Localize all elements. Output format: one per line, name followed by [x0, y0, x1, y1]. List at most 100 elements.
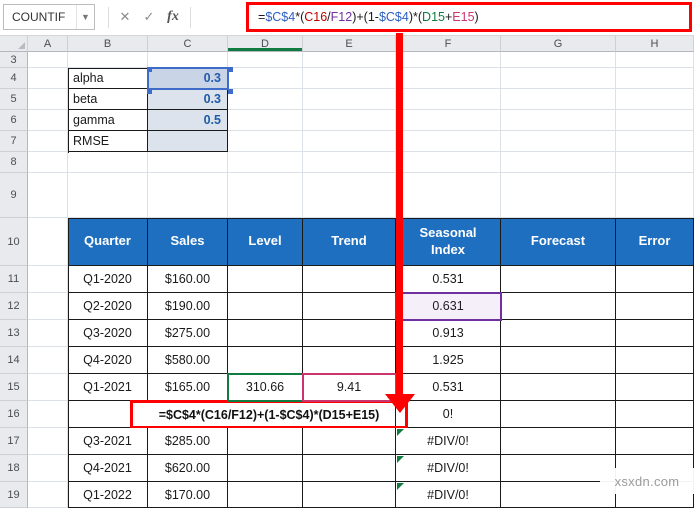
- cell-F14[interactable]: 1.925: [396, 347, 501, 374]
- cell-D11[interactable]: [228, 266, 303, 293]
- cell-E11[interactable]: [303, 266, 396, 293]
- cell-B19[interactable]: Q1-2022: [68, 482, 148, 508]
- cell-H11[interactable]: [616, 266, 694, 293]
- cell-C13[interactable]: $275.00: [148, 320, 228, 347]
- cell-C14[interactable]: $580.00: [148, 347, 228, 374]
- param-label-gamma[interactable]: gamma: [68, 110, 148, 131]
- cell-F17[interactable]: #DIV/0!: [396, 428, 501, 455]
- row-header-19[interactable]: 19: [0, 482, 28, 508]
- column-header-E[interactable]: E: [303, 36, 396, 52]
- cell-B14[interactable]: Q4-2020: [68, 347, 148, 374]
- table-header-trend[interactable]: Trend: [303, 218, 396, 266]
- cell-D17[interactable]: [228, 428, 303, 455]
- cell-D13[interactable]: [228, 320, 303, 347]
- table-header-level[interactable]: Level: [228, 218, 303, 266]
- row-header-6[interactable]: 6: [0, 110, 28, 131]
- row-header-14[interactable]: 14: [0, 347, 28, 374]
- cell-F12[interactable]: 0.631: [396, 293, 501, 320]
- row-header-4[interactable]: 4: [0, 68, 28, 89]
- cell-F18[interactable]: #DIV/0!: [396, 455, 501, 482]
- column-header-A[interactable]: A: [28, 36, 68, 52]
- cell-E15[interactable]: 9.41: [303, 374, 396, 401]
- cell-C18[interactable]: $620.00: [148, 455, 228, 482]
- cell-H14[interactable]: [616, 347, 694, 374]
- cell-G17[interactable]: [501, 428, 616, 455]
- cell-B11[interactable]: Q1-2020: [68, 266, 148, 293]
- cell-G19[interactable]: [501, 482, 616, 508]
- cell-F11[interactable]: 0.531: [396, 266, 501, 293]
- cell-B12[interactable]: Q2-2020: [68, 293, 148, 320]
- cell-G14[interactable]: [501, 347, 616, 374]
- column-header-B[interactable]: B: [68, 36, 148, 52]
- cell-C11[interactable]: $160.00: [148, 266, 228, 293]
- table-header-sales[interactable]: Sales: [148, 218, 228, 266]
- cell-D12[interactable]: [228, 293, 303, 320]
- table-header-quarter[interactable]: Quarter: [68, 218, 148, 266]
- row-header-3[interactable]: 3: [0, 52, 28, 68]
- cell-B17[interactable]: Q3-2021: [68, 428, 148, 455]
- cell-G15[interactable]: [501, 374, 616, 401]
- row-header-7[interactable]: 7: [0, 131, 28, 152]
- row-header-13[interactable]: 13: [0, 320, 28, 347]
- column-header-C[interactable]: C: [148, 36, 228, 52]
- cell-C15[interactable]: $165.00: [148, 374, 228, 401]
- cell-G13[interactable]: [501, 320, 616, 347]
- row-header-8[interactable]: 8: [0, 152, 28, 173]
- row-header-12[interactable]: 12: [0, 293, 28, 320]
- row-header-5[interactable]: 5: [0, 89, 28, 110]
- param-value-gamma[interactable]: 0.5: [148, 110, 228, 131]
- row-header-9[interactable]: 9: [0, 173, 28, 218]
- cell-G11[interactable]: [501, 266, 616, 293]
- cell-C19[interactable]: $170.00: [148, 482, 228, 508]
- cell-E12[interactable]: [303, 293, 396, 320]
- cell-H13[interactable]: [616, 320, 694, 347]
- cell-E19[interactable]: [303, 482, 396, 508]
- cell-D14[interactable]: [228, 347, 303, 374]
- row-header-16[interactable]: 16: [0, 401, 28, 428]
- cell-D15[interactable]: 310.66: [228, 374, 303, 401]
- cell-G16[interactable]: [501, 401, 616, 428]
- column-header-G[interactable]: G: [501, 36, 616, 52]
- cell-E13[interactable]: [303, 320, 396, 347]
- cell-B18[interactable]: Q4-2021: [68, 455, 148, 482]
- table-header-seasonal-index[interactable]: Seasonal Index: [396, 218, 501, 266]
- cell-B13[interactable]: Q3-2020: [68, 320, 148, 347]
- table-header-error[interactable]: Error: [616, 218, 694, 266]
- param-value-beta[interactable]: 0.3: [148, 89, 228, 110]
- param-value-RMSE[interactable]: [148, 131, 228, 152]
- cell-H12[interactable]: [616, 293, 694, 320]
- cell-F19[interactable]: #DIV/0!: [396, 482, 501, 508]
- table-header-forecast[interactable]: Forecast: [501, 218, 616, 266]
- row-header-10[interactable]: 10: [0, 218, 28, 266]
- column-header-F[interactable]: F: [396, 36, 501, 52]
- column-header-H[interactable]: H: [616, 36, 694, 52]
- cell-E18[interactable]: [303, 455, 396, 482]
- cell-E14[interactable]: [303, 347, 396, 374]
- cell-H17[interactable]: [616, 428, 694, 455]
- row-header-17[interactable]: 17: [0, 428, 28, 455]
- select-all-corner[interactable]: [0, 36, 28, 52]
- row-header-18[interactable]: 18: [0, 455, 28, 482]
- selection-handle[interactable]: [228, 89, 233, 94]
- row-header-11[interactable]: 11: [0, 266, 28, 293]
- param-label-alpha[interactable]: alpha: [68, 68, 148, 89]
- cell-H15[interactable]: [616, 374, 694, 401]
- formula-row-annotation-box: =$C$4*(C16/F12)+(1-$C$4)*(D15+E15): [130, 400, 408, 429]
- cell-G18[interactable]: [501, 455, 616, 482]
- param-value-alpha[interactable]: 0.3: [148, 68, 228, 89]
- cell-G12[interactable]: [501, 293, 616, 320]
- cell-C17[interactable]: $285.00: [148, 428, 228, 455]
- cell-C12[interactable]: $190.00: [148, 293, 228, 320]
- cell-D18[interactable]: [228, 455, 303, 482]
- excel-window: COUNTIF ▼ ✕ ✓ fx =$C$4*(C16/F12)+(1-$C$4…: [0, 0, 694, 508]
- cell-H16[interactable]: [616, 401, 694, 428]
- cell-E17[interactable]: [303, 428, 396, 455]
- row-header-15[interactable]: 15: [0, 374, 28, 401]
- error-indicator-icon: [397, 429, 404, 436]
- column-header-D[interactable]: D: [228, 36, 303, 52]
- param-label-RMSE[interactable]: RMSE: [68, 131, 148, 152]
- cell-D19[interactable]: [228, 482, 303, 508]
- param-label-beta[interactable]: beta: [68, 89, 148, 110]
- cell-F13[interactable]: 0.913: [396, 320, 501, 347]
- cell-B15[interactable]: Q1-2021: [68, 374, 148, 401]
